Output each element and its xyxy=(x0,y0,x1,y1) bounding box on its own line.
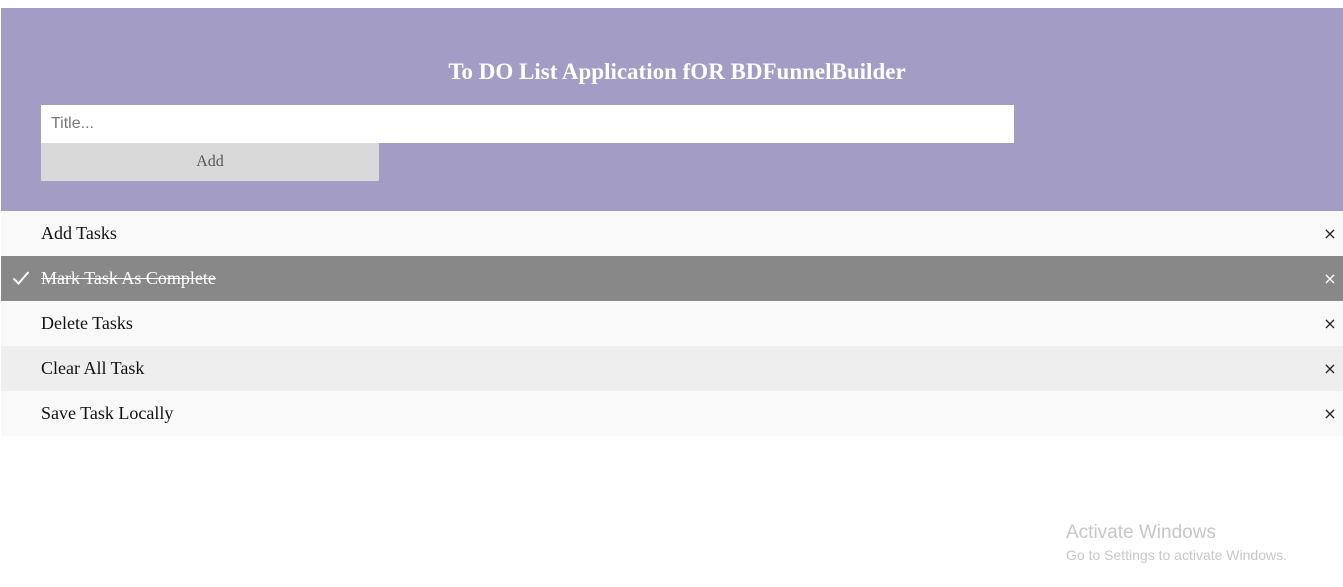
watermark-title: Activate Windows xyxy=(1066,522,1216,543)
page-title: To DO List Application fOR BDFunnelBuild… xyxy=(448,59,906,84)
task-label: Mark Task As Complete xyxy=(41,268,216,288)
task-item-completed[interactable]: Mark Task As Complete × xyxy=(1,256,1343,301)
task-list: Add Tasks × Mark Task As Complete × Dele… xyxy=(1,211,1343,436)
add-button[interactable]: Add xyxy=(41,143,379,181)
task-item[interactable]: Delete Tasks × xyxy=(1,301,1343,346)
close-icon[interactable]: × xyxy=(1317,391,1343,436)
header-panel: To DO List Application fOR BDFunnelBuild… xyxy=(1,8,1343,211)
task-label: Save Task Locally xyxy=(41,403,174,423)
watermark-subtitle: Go to Settings to activate Windows. xyxy=(1066,547,1287,563)
close-icon[interactable]: × xyxy=(1317,301,1343,346)
close-icon[interactable]: × xyxy=(1317,256,1343,301)
title-input[interactable] xyxy=(41,105,1014,143)
close-icon[interactable]: × xyxy=(1317,346,1343,391)
todo-app: To DO List Application fOR BDFunnelBuild… xyxy=(0,0,1343,587)
check-icon xyxy=(12,271,30,285)
task-label: Clear All Task xyxy=(41,358,145,378)
close-icon[interactable]: × xyxy=(1317,211,1343,256)
task-item[interactable]: Save Task Locally × xyxy=(1,391,1343,436)
activation-watermark: Activate Windows Go to Settings to activ… xyxy=(1066,522,1287,565)
task-item[interactable]: Add Tasks × xyxy=(1,211,1343,256)
task-item[interactable]: Clear All Task × xyxy=(1,346,1343,391)
task-label: Add Tasks xyxy=(41,223,117,243)
task-label: Delete Tasks xyxy=(41,313,133,333)
